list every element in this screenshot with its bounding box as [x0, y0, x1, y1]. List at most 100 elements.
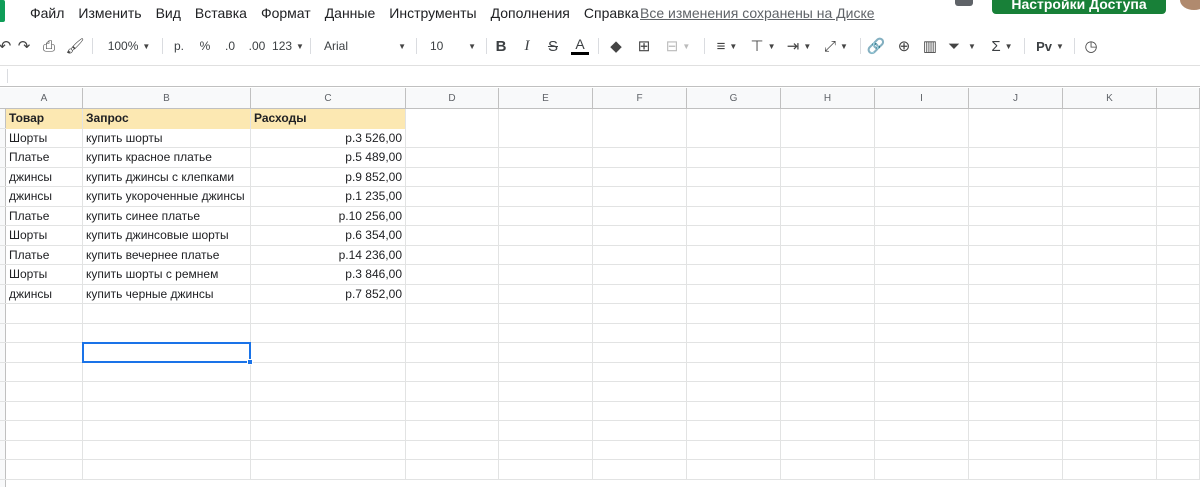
cell[interactable] [593, 343, 687, 363]
column-header-g[interactable]: G [687, 88, 781, 109]
cell[interactable] [781, 460, 875, 480]
cell[interactable] [781, 187, 875, 207]
cell[interactable] [1157, 440, 1200, 460]
cell[interactable] [593, 362, 687, 382]
cell[interactable] [781, 323, 875, 343]
cell[interactable] [687, 265, 781, 285]
menu-addons[interactable]: Дополнения [491, 5, 570, 21]
menu-help[interactable]: Справка [584, 5, 639, 21]
paint-format-icon[interactable]: 🖌 [64, 31, 86, 61]
cell[interactable] [406, 284, 499, 304]
cell[interactable] [781, 265, 875, 285]
column-header-k[interactable]: K [1063, 88, 1157, 109]
cell[interactable] [875, 226, 969, 246]
cell[interactable] [406, 401, 499, 421]
cell[interactable] [687, 440, 781, 460]
cell[interactable] [593, 245, 687, 265]
filter-icon[interactable]: ⏷ [944, 31, 964, 61]
cell[interactable] [781, 226, 875, 246]
menu-tools[interactable]: Инструменты [389, 5, 476, 21]
cell[interactable] [593, 265, 687, 285]
cell[interactable] [969, 421, 1063, 441]
cell[interactable] [1063, 245, 1157, 265]
cell[interactable] [251, 362, 406, 382]
cell[interactable] [781, 304, 875, 324]
clock-icon[interactable]: ◷ [1080, 31, 1102, 61]
cell[interactable]: джинсы [6, 187, 83, 207]
cell[interactable] [593, 323, 687, 343]
cell[interactable] [969, 148, 1063, 168]
cell[interactable] [499, 109, 593, 129]
cell[interactable]: Расходы [251, 109, 406, 129]
avatar[interactable] [1180, 0, 1200, 10]
cell[interactable] [593, 304, 687, 324]
cell[interactable] [251, 323, 406, 343]
cell[interactable] [1157, 460, 1200, 480]
cell[interactable] [406, 323, 499, 343]
column-header-a[interactable]: A [6, 88, 83, 109]
cell[interactable] [875, 401, 969, 421]
formula-bar[interactable] [0, 65, 1200, 87]
cell[interactable] [6, 343, 83, 363]
cell[interactable] [1063, 362, 1157, 382]
cell[interactable] [687, 343, 781, 363]
cell[interactable] [969, 265, 1063, 285]
insert-comment-icon[interactable]: ⊕ [892, 31, 916, 61]
cell[interactable] [781, 206, 875, 226]
cell[interactable] [875, 382, 969, 402]
column-header-j[interactable]: J [969, 88, 1063, 109]
cell[interactable] [781, 167, 875, 187]
cell[interactable] [1063, 460, 1157, 480]
cell[interactable] [83, 304, 251, 324]
cell[interactable] [1157, 206, 1200, 226]
cell[interactable] [1063, 187, 1157, 207]
column-header-h[interactable]: H [781, 88, 875, 109]
cell[interactable] [1063, 265, 1157, 285]
cell[interactable] [499, 382, 593, 402]
cell[interactable] [1157, 382, 1200, 402]
cell[interactable] [875, 206, 969, 226]
cell[interactable] [251, 440, 406, 460]
filter-menu-chevron[interactable]: ▼ [966, 31, 978, 61]
cell[interactable] [1157, 284, 1200, 304]
cell[interactable] [593, 421, 687, 441]
currency-format-button[interactable]: р. [168, 31, 190, 61]
cell[interactable] [781, 128, 875, 148]
fill-color-icon[interactable]: ◆ [604, 31, 628, 61]
cell[interactable] [1157, 421, 1200, 441]
redo-icon[interactable]: ↷ [14, 31, 34, 61]
cell[interactable] [1157, 148, 1200, 168]
cell[interactable] [687, 167, 781, 187]
cell[interactable] [83, 421, 251, 441]
cell[interactable] [875, 323, 969, 343]
cell[interactable] [593, 187, 687, 207]
cell[interactable] [875, 421, 969, 441]
cell[interactable] [1157, 187, 1200, 207]
cell[interactable] [1157, 128, 1200, 148]
cell[interactable]: р.1 235,00 [251, 187, 406, 207]
cell[interactable] [781, 109, 875, 129]
column-header-e[interactable]: E [499, 88, 593, 109]
cell[interactable] [83, 362, 251, 382]
increase-decimals-button[interactable]: .00 [244, 31, 270, 61]
cell[interactable] [406, 460, 499, 480]
print-icon[interactable]: ⎙ [38, 31, 60, 61]
cell[interactable] [969, 187, 1063, 207]
spreadsheet-grid[interactable]: ABCDEFGHIJK Товар Запрос Расходы Шорты купит… [0, 88, 1200, 487]
cell[interactable] [406, 226, 499, 246]
cell[interactable]: купить черные джинсы [83, 284, 251, 304]
italic-button[interactable]: I [516, 31, 538, 61]
cell[interactable] [1063, 440, 1157, 460]
cell[interactable]: р.3 526,00 [251, 128, 406, 148]
cell[interactable] [406, 304, 499, 324]
cell[interactable]: купить шорты с ремнем [83, 265, 251, 285]
cell[interactable] [687, 226, 781, 246]
cell[interactable] [593, 109, 687, 129]
cell[interactable]: р.9 852,00 [251, 167, 406, 187]
cell[interactable] [1063, 323, 1157, 343]
cell[interactable]: р.14 236,00 [251, 245, 406, 265]
fill-handle[interactable] [247, 358, 253, 365]
cell[interactable] [969, 245, 1063, 265]
cell[interactable] [593, 284, 687, 304]
cell[interactable] [875, 265, 969, 285]
